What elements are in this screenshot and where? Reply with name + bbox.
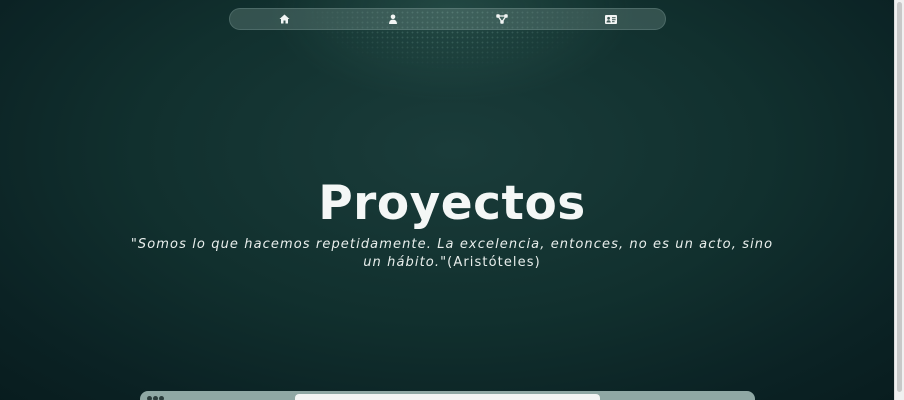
quote-author: (Aristóteles) bbox=[447, 255, 541, 270]
window-dots-icon bbox=[147, 396, 164, 400]
nav-contact-button[interactable] bbox=[601, 9, 621, 29]
page-title: Proyectos bbox=[318, 176, 586, 231]
bottom-preview-panel bbox=[295, 394, 600, 400]
network-icon bbox=[496, 14, 508, 24]
home-icon bbox=[279, 14, 289, 24]
nav-about-button[interactable] bbox=[383, 9, 403, 29]
id-card-icon bbox=[605, 14, 617, 24]
scrollbar-thumb[interactable] bbox=[897, 2, 902, 392]
top-navbar bbox=[229, 8, 666, 30]
nav-home-button[interactable] bbox=[274, 9, 294, 29]
nav-projects-button[interactable] bbox=[492, 9, 512, 29]
user-icon bbox=[389, 14, 397, 24]
page-scrollbar[interactable] bbox=[894, 0, 904, 400]
hero-quote: "Somos lo que hacemos repetidamente. La … bbox=[120, 236, 784, 272]
